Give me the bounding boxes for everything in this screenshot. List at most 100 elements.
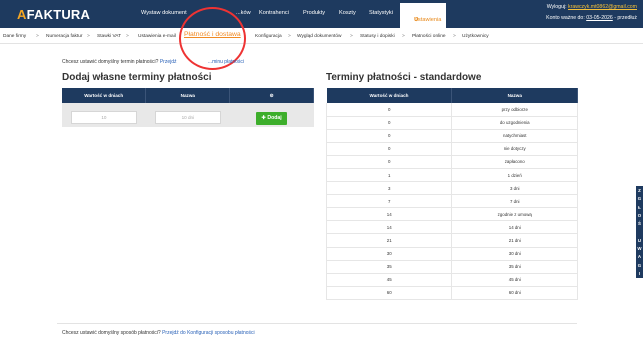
side-tab-letter: G [637,196,642,202]
extend-link[interactable]: - przedłuż [614,15,637,21]
subnav-platnosci-online[interactable]: Płatności online [412,34,446,39]
subnav-uzytkownicy[interactable]: Użytkownicy [462,34,489,39]
term-name: przy odbiorze [451,103,578,117]
table-row: 14 14 dni [325,220,578,235]
table-row: 35 35 dni [325,260,578,274]
term-name: zgodnie z umową [451,207,578,222]
term-days: 0 [325,103,453,117]
col-days-header: Wartość w dniach [62,88,147,103]
col-name-header: Nazwa [145,88,231,103]
term-name: 60 dni [451,286,578,300]
side-tab-letter: A [637,254,642,260]
subnav-numeracja[interactable]: Numeracja faktur [46,34,83,39]
nav-dokumenty[interactable]: ...ków [236,10,251,16]
days-cell: 10 [62,103,146,127]
app-logo[interactable]: AFAKTURA [17,7,90,22]
subnav-wyglad-dokumentow[interactable]: Wygląd dokumentów [297,34,341,39]
subnav-statusy[interactable]: Statusy i dopiski [360,34,395,39]
account-date: 03-05-2026 [586,15,613,21]
side-tab-letter: Z [638,188,641,193]
nav-koszty[interactable]: Koszty [339,10,356,16]
table-row: 0 zapłacono [325,155,578,169]
standard-terms-body: 0 przy odbiorze 0 do uzgodnienia 0 natychmias… [325,103,578,300]
nav-wystaw-dokument[interactable]: Wystaw dokument [141,10,187,16]
feedback-side-tab[interactable]: ZGŁOŚUWAGI [636,186,643,278]
term-days: 0 [325,116,453,130]
subnav-separator: > [402,34,405,39]
table-row: 11 dzień [325,168,578,183]
term-days: 30 [325,247,453,261]
subnav-separator: > [36,34,39,39]
payment-method-config-link[interactable]: Przejdź do Konfiguracji sposobu płatnośc… [162,330,255,336]
name-cell: 10 dni [145,103,230,127]
term-name: natychmiast [451,129,578,143]
term-name: 30 dni [451,247,578,261]
term-name: nie dotyczy [451,142,578,156]
subnav-separator: > [288,34,291,39]
term-name: 3 dni [451,181,578,196]
default-method-hint: Chcesz ustawić domyślny sposób płatności… [62,330,255,336]
subnav-stawki-vat[interactable]: Stawki VAT [97,34,121,39]
term-days: 7 [325,194,453,209]
term-days: 0 [325,142,453,156]
subnav-separator: > [126,34,129,39]
account-validity: Konto ważne do: 03-05-2026 - przedłuż [546,15,637,21]
table-row: 21 21 dni [325,233,578,248]
term-name: 7 dni [451,194,578,209]
term-days: 45 [325,273,453,287]
plus-icon: ✚ [261,114,266,121]
settings-subnav: Dane firmy > Numeracja faktur > Stawki V… [0,28,643,44]
nav-ustawienia[interactable]: ⚙ Ustawienia [400,3,446,28]
nav-statystyki[interactable]: Statystyki [369,10,393,16]
custom-terms-table: Wartość w dniach Nazwa ⚙ 10 10 dni ✚ Dod… [62,88,314,127]
subnav-separator: > [350,34,353,39]
user-email-link[interactable]: krawczyk.mt0862@gmail.com [568,4,637,10]
term-name: 35 dni [451,260,578,274]
standard-terms-title: Terminy płatności - standardowe [326,72,482,83]
side-tab-letter: W [637,246,642,252]
default-term-hint: Chcesz ustawić domyślny termin płatności… [62,59,245,65]
subnav-konfiguracja[interactable]: Konfiguracja [255,34,282,39]
table-row: 60 60 dni [325,286,578,300]
subnav-dane-firmy[interactable]: Dane firmy [3,34,26,39]
subnav-separator: > [87,34,90,39]
term-days: 14 [325,220,453,235]
std-col-name-header: Nazwa [451,88,578,103]
term-days: 3 [325,181,453,196]
col-action-header: ⚙ [229,88,314,103]
term-days: 0 [325,129,453,143]
table-row: 0 do uzgodnienia [325,116,578,130]
section-divider [57,323,577,324]
name-input[interactable]: 10 dni [154,111,221,124]
nav-kontrahenci[interactable]: Kontrahenci [259,10,289,16]
term-days: 60 [325,286,453,300]
side-tab-letter: U [637,237,642,243]
side-tab-letter: O [637,212,642,218]
side-tab-letter: Ś [638,221,641,227]
term-days: 14 [325,207,453,222]
side-tab-letter: Ł [638,204,641,210]
term-days: 0 [325,155,453,169]
table-row: 0 przy odbiorze [325,103,578,117]
default-term-link-tail[interactable]: ...minu płatności [208,59,244,65]
term-name: 14 dni [451,220,578,235]
add-button[interactable]: ✚ Dodaj [256,111,288,125]
table-row: 45 45 dni [325,273,578,287]
side-tab-letter: I [638,270,641,276]
nav-produkty[interactable]: Produkty [303,10,325,16]
subnav-ustawienia-email[interactable]: Ustawienia e-mail [138,34,176,39]
logout-line: Wyloguj: krawczyk.mt0862@gmail.com [546,4,637,10]
table-row: 30 30 dni [325,247,578,261]
term-days: 35 [325,260,453,274]
side-tab-letter: G [637,262,642,268]
default-term-link[interactable]: Przejdź [160,59,177,65]
term-name: 45 dni [451,273,578,287]
table-row: 0 natychmiast [325,129,578,143]
table-row: 0 nie dotyczy [325,142,578,156]
action-cell: ✚ Dodaj [229,103,314,127]
term-name: 21 dni [451,233,578,248]
custom-terms-title: Dodaj własne terminy płatności [62,72,212,83]
top-navbar: AFAKTURA Wystaw dokument ...ków Kontrahe… [0,0,643,28]
days-input[interactable]: 10 [70,111,137,124]
gear-icon: ⚙ [269,92,274,98]
